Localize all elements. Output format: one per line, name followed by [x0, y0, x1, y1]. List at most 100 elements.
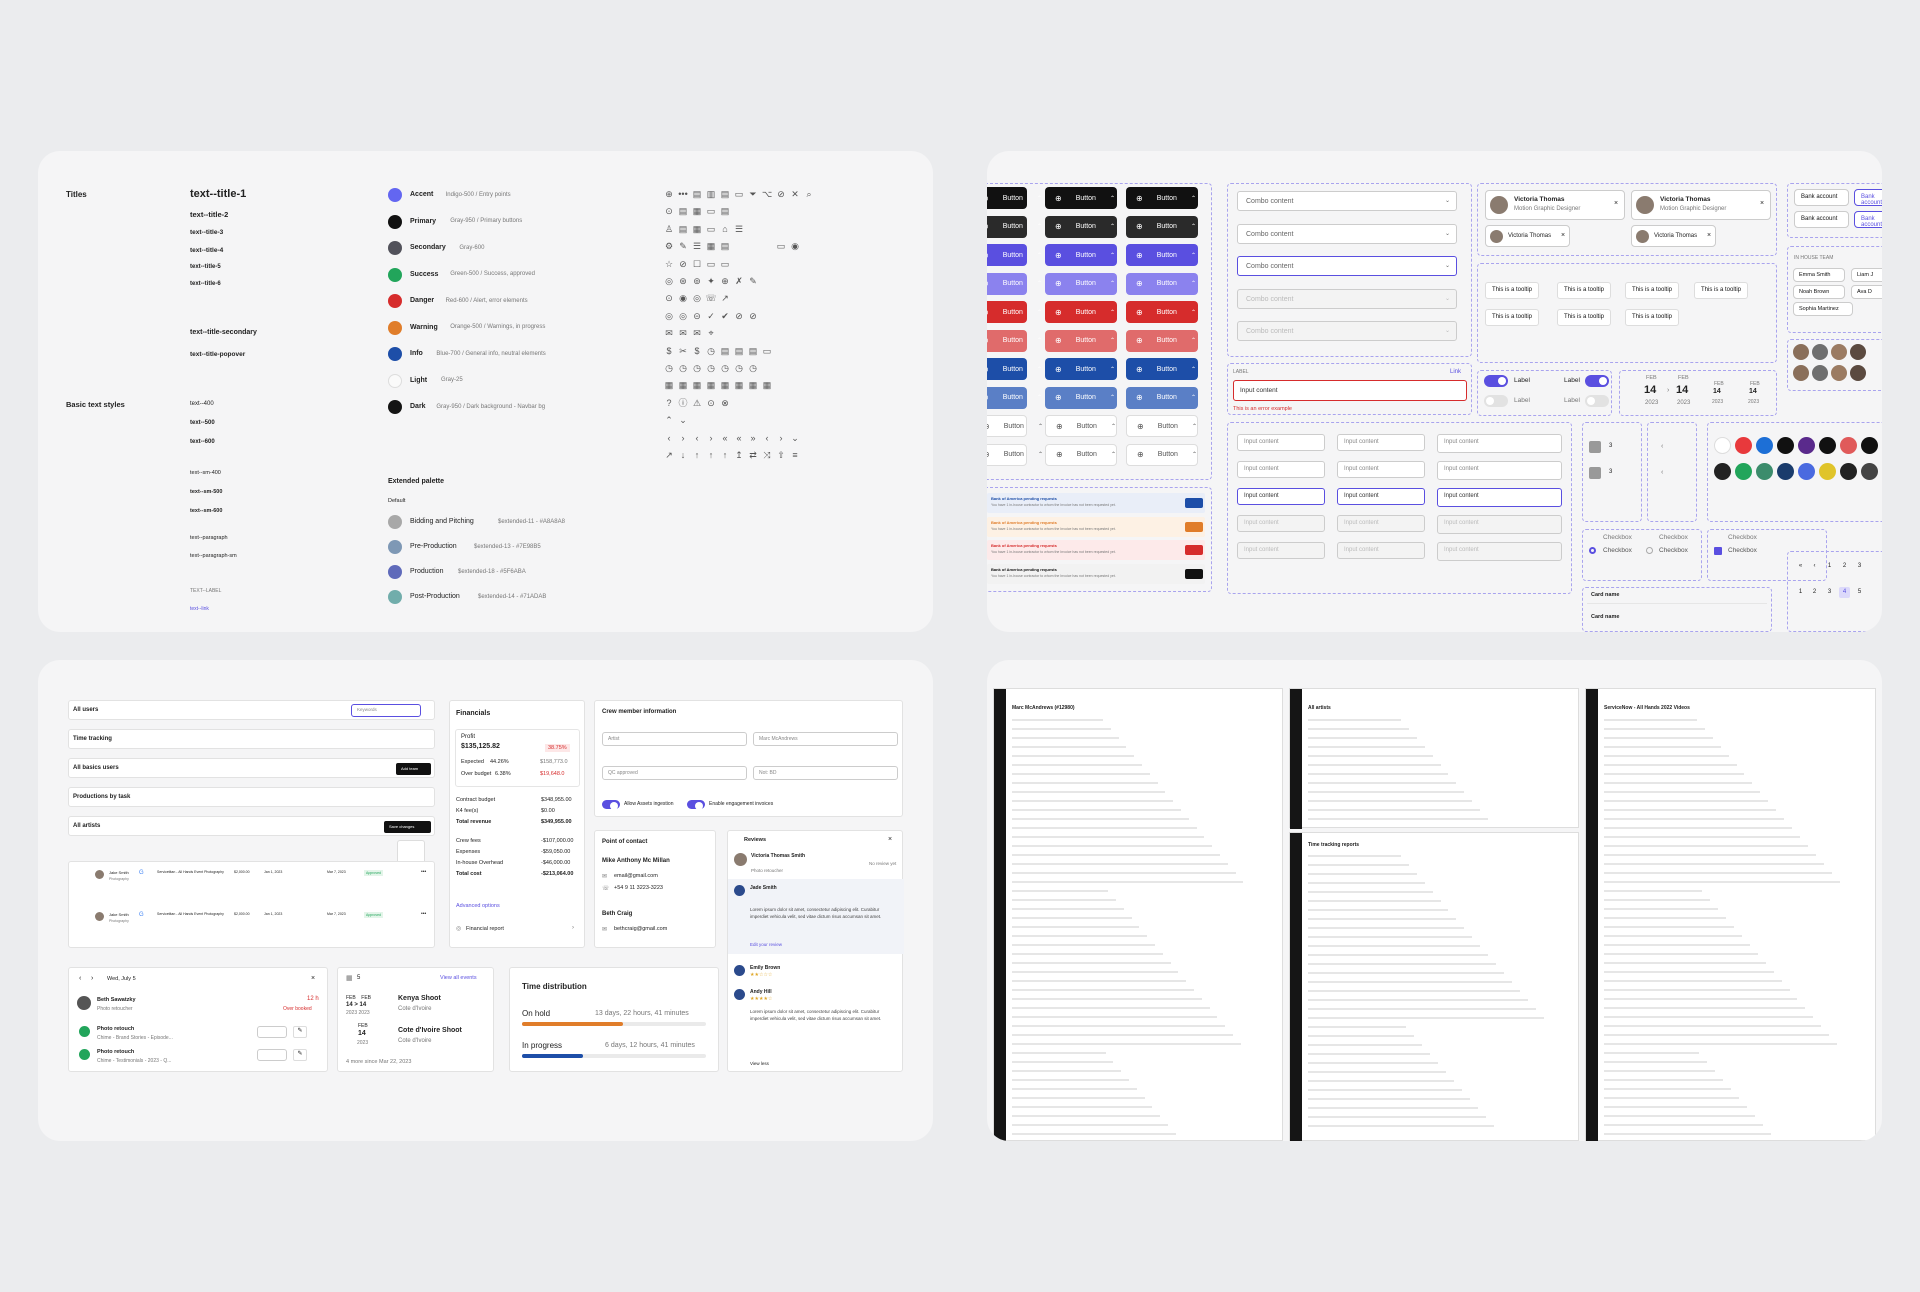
icon[interactable]: ↥ [733, 449, 745, 461]
icon[interactable]: ≡ [789, 449, 801, 461]
icon[interactable]: ◷ [705, 345, 717, 357]
combo-select[interactable]: Combo content ⌄ [1237, 191, 1457, 211]
text-input[interactable]: Input content [1237, 488, 1325, 505]
checkbox-checked[interactable] [1714, 547, 1722, 555]
icon[interactable]: ⊙ [663, 292, 675, 304]
radio-button[interactable] [1589, 547, 1596, 554]
button[interactable]: ⊕ Button ⌃ [1126, 244, 1198, 266]
button[interactable]: ⊕ Button ⌃ [1045, 244, 1117, 266]
page-button[interactable]: 1 [1824, 561, 1835, 572]
icon[interactable]: ⌃ [663, 414, 675, 426]
chevron-left-icon[interactable]: ‹ [79, 975, 81, 982]
icon[interactable]: ☰ [691, 240, 703, 252]
icon[interactable]: ⏷ [747, 188, 759, 200]
icon[interactable]: ‹ [761, 432, 773, 444]
icon[interactable]: ◉ [789, 240, 801, 252]
page-button[interactable]: 1 [1795, 587, 1806, 598]
icon[interactable]: ▤ [747, 345, 759, 357]
close-icon[interactable]: × [888, 836, 892, 843]
contact-phone[interactable]: +54 9 11 3223-3223 [614, 885, 663, 891]
close-icon[interactable]: × [1707, 232, 1711, 239]
stepper-button[interactable] [1589, 467, 1601, 479]
bank-account-chip[interactable]: Bank account [1794, 211, 1849, 228]
icon[interactable]: ••• [677, 188, 689, 200]
icon[interactable]: ⊙ [663, 205, 675, 217]
icon[interactable]: ◷ [705, 362, 717, 374]
link-sample[interactable]: text--link [190, 606, 209, 612]
save-changes-button[interactable]: Save changes [384, 821, 431, 833]
icon[interactable]: ▭ [705, 223, 717, 235]
icon[interactable]: ↗ [663, 449, 675, 461]
bank-account-chip-active[interactable]: Bank account [1854, 189, 1882, 206]
icon[interactable]: ▤ [677, 223, 689, 235]
page-button[interactable]: 3 [1854, 561, 1865, 572]
alert-action-button[interactable] [1185, 545, 1203, 555]
button[interactable]: ⊕ Button ⌃ [987, 415, 1043, 437]
icon[interactable]: ✂ [677, 345, 689, 357]
combo-select[interactable]: Combo content ⌄ [1237, 223, 1457, 244]
icon[interactable]: ▦ [719, 379, 731, 391]
icon[interactable]: ↗ [719, 292, 731, 304]
icon[interactable]: ◉ [677, 292, 689, 304]
icon[interactable]: « [719, 432, 731, 444]
icon[interactable]: ◷ [663, 362, 675, 374]
button[interactable]: ⊕ Button ⌃ [1126, 415, 1198, 437]
icon[interactable]: ◷ [747, 362, 759, 374]
team-member-chip[interactable]: Noah Brown [1793, 285, 1845, 299]
button[interactable]: ⊕ Button ⌃ [1045, 415, 1117, 437]
button[interactable]: ⊕ Button ⌃ [1126, 443, 1198, 466]
icon[interactable]: ⚠ [691, 397, 703, 409]
icon[interactable]: ⌄ [677, 414, 689, 426]
text-input[interactable]: Input content [1237, 434, 1325, 451]
icon[interactable]: ▦ [677, 379, 689, 391]
icon[interactable]: ▤ [677, 205, 689, 217]
icon[interactable]: ▭ [761, 345, 773, 357]
icon[interactable]: › [775, 432, 787, 444]
button[interactable]: ⊕ Button ⌃ [987, 386, 1042, 409]
hours-input[interactable] [257, 1026, 287, 1038]
close-icon[interactable]: × [1561, 232, 1565, 239]
button[interactable]: ⊕ Button ⌃ [987, 244, 1042, 266]
availability-select[interactable]: Not: BD [753, 766, 898, 780]
icon[interactable]: ☆ [663, 258, 675, 270]
add-team-button[interactable]: Add team [396, 763, 431, 775]
icon[interactable]: › [705, 432, 717, 444]
page-button[interactable]: 2 [1839, 561, 1850, 572]
button[interactable]: ⊕ Button ⌃ [1045, 386, 1117, 409]
edit-review-link[interactable]: Edit your review [750, 942, 782, 947]
icon[interactable]: ⊙ [705, 397, 717, 409]
icon[interactable]: ✉ [677, 327, 689, 339]
error-input[interactable]: Input content [1233, 380, 1467, 401]
icon[interactable]: ↓ [677, 449, 689, 461]
text-input[interactable]: Input content [1337, 461, 1425, 478]
edit-icon[interactable]: ✎ [293, 1049, 307, 1061]
button[interactable]: ⊕ Button ⌃ [1045, 329, 1117, 352]
icon[interactable]: ↑ [691, 449, 703, 461]
chevron-left-icon[interactable]: ‹ [1661, 469, 1663, 476]
icon[interactable]: ▦ [761, 379, 773, 391]
icon[interactable]: ▦ [747, 379, 759, 391]
button[interactable]: ⊕ Button ⌃ [987, 301, 1042, 323]
icon[interactable]: ⌕ [803, 188, 815, 200]
close-icon[interactable]: × [1760, 200, 1764, 207]
radio-button[interactable] [1646, 547, 1653, 554]
icon[interactable]: ▥ [705, 188, 717, 200]
icon[interactable]: ☰ [733, 223, 745, 235]
icon[interactable]: $ [663, 345, 675, 357]
icon[interactable]: ◎ [663, 275, 675, 287]
icon[interactable]: ⓘ [677, 397, 689, 409]
chevron-right-icon[interactable]: › [91, 975, 93, 982]
button[interactable]: ⊕ Button ⌃ [1045, 215, 1117, 238]
icon[interactable]: ⌥ [761, 188, 773, 200]
toggle-off[interactable] [1484, 395, 1508, 407]
icon[interactable]: ⊘ [677, 258, 689, 270]
button[interactable]: ⊕ Button ⌃ [1126, 358, 1198, 380]
button[interactable]: ⊕ Button ⌃ [1126, 386, 1198, 409]
icon[interactable]: ◎ [663, 310, 675, 322]
text-input[interactable]: Input content [1437, 461, 1562, 480]
icon[interactable]: ✎ [747, 275, 759, 287]
advanced-options-link[interactable]: Advanced options [456, 903, 500, 909]
icon[interactable]: ♙ [663, 223, 675, 235]
page-button[interactable]: 3 [1824, 587, 1835, 598]
icon[interactable]: ⊘ [747, 310, 759, 322]
